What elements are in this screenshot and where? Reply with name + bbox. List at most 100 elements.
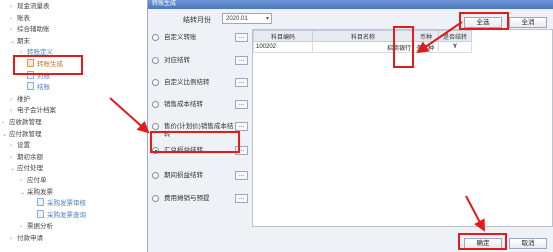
option-define-button[interactable]: ...	[235, 146, 248, 155]
chevron-right-icon[interactable]: ›	[10, 95, 17, 106]
tree-item[interactable]: ⌄ 采购发票	[20, 187, 53, 198]
option-define-button[interactable]: ...	[235, 171, 248, 180]
tree-item-label: 转账生成	[37, 61, 63, 68]
transfer-option[interactable]: 自定义比例结转...	[152, 75, 250, 91]
option-define-button[interactable]: ...	[235, 100, 248, 109]
tree-item[interactable]: › 应收款管理	[2, 117, 42, 128]
chevron-right-icon[interactable]: ›	[10, 153, 17, 164]
chevron-right-icon[interactable]: ›	[20, 48, 27, 59]
tree-item-label: 账表	[17, 14, 30, 22]
radio-button[interactable]	[152, 34, 159, 41]
option-define-button[interactable]: ...	[235, 78, 248, 87]
radio-button[interactable]	[152, 123, 159, 130]
clear-all-button[interactable]: 全消	[509, 17, 547, 28]
option-label: 自定义转账	[164, 34, 197, 41]
document-icon	[27, 70, 34, 79]
transfer-option[interactable]: 期间损益结转...	[152, 168, 250, 184]
tree-item[interactable]: ⌄ 应付款管理	[2, 129, 42, 140]
tree-item[interactable]: › 期初余额	[10, 152, 43, 163]
transfer-option[interactable]: 费用摊销与预提...	[152, 191, 250, 207]
option-define-button[interactable]: ...	[235, 122, 248, 131]
chevron-right-icon[interactable]: ›	[10, 14, 17, 25]
chevron-down-icon[interactable]: ⌄	[20, 188, 27, 199]
col-account-name: 科目名称	[312, 30, 414, 42]
tree-item-label: 采购发票审核	[47, 200, 86, 208]
ok-button[interactable]: 确定	[464, 238, 502, 249]
radio-button[interactable]	[152, 147, 159, 154]
tree-item[interactable]: › 账表	[10, 13, 30, 24]
transfer-generate-dialog: 转账生成 结转月份 2020.01 ▾ 自定义转账... 对应结转... 自定义比例…	[147, 0, 553, 252]
transfer-option[interactable]: 销售成本结转...	[152, 97, 250, 113]
radio-button[interactable]	[152, 101, 159, 108]
chevron-down-icon[interactable]: ⌄	[2, 130, 9, 141]
chevron-right-icon[interactable]: ›	[10, 25, 17, 36]
cell-account-code: 100202	[253, 41, 313, 53]
chevron-right-icon[interactable]: ›	[20, 176, 27, 187]
tree-item-label: 应付处理	[17, 165, 43, 173]
select-all-button[interactable]: 全选	[464, 17, 502, 28]
col-account-code: 科目编码	[253, 30, 313, 42]
tree-item[interactable]: › 维护	[10, 94, 30, 105]
cancel-button[interactable]: 取消	[509, 238, 547, 249]
tree-item[interactable]: › 设置	[10, 140, 30, 151]
period-label: 结转月份	[183, 17, 211, 24]
tree-item[interactable]: › 应付单	[20, 175, 47, 186]
document-icon	[37, 198, 44, 207]
transfer-type-options: 自定义转账... 对应结转... 自定义比例结转... 销售成本结转... 售价(计划价…	[152, 30, 250, 203]
option-define-button[interactable]: ...	[235, 56, 248, 65]
period-select[interactable]: 2020.01 ▾	[222, 13, 272, 24]
period-value: 2020.01	[226, 16, 248, 22]
tree-item[interactable]: 对账	[20, 70, 50, 82]
chevron-right-icon[interactable]: ›	[10, 2, 17, 13]
radio-button[interactable]	[152, 57, 159, 64]
radio-button[interactable]	[152, 195, 159, 202]
transfer-option[interactable]: 自定义转账...	[152, 30, 250, 46]
tree-item-label: 对账	[37, 72, 50, 80]
tree-item-label: 采购发票查询	[47, 211, 86, 219]
tree-item[interactable]: 转账生成	[20, 59, 63, 70]
tree-item[interactable]: › 电子会计档案	[10, 105, 56, 116]
tree-item[interactable]: › 付款申请	[10, 233, 43, 244]
option-label: 销售成本结转	[164, 101, 203, 108]
transfer-option[interactable]: 售价(计划价)销售成本结转...	[152, 119, 250, 138]
tree-item[interactable]: › 现金流量表	[10, 1, 50, 12]
tree-item[interactable]: › 票据分析	[20, 221, 53, 232]
option-define-button[interactable]: ...	[235, 33, 248, 42]
chevron-right-icon[interactable]: ›	[2, 118, 9, 129]
tree-item[interactable]: 采购发票查询	[30, 209, 86, 221]
chevron-down-icon[interactable]: ⌄	[10, 37, 17, 48]
tree-item[interactable]: › 转账定义	[20, 47, 53, 58]
chevron-down-icon[interactable]: ⌄	[10, 164, 17, 175]
tree-item[interactable]: 采购发票审核	[30, 198, 86, 209]
radio-button[interactable]	[152, 172, 159, 179]
chevron-right-icon[interactable]: ›	[10, 234, 17, 245]
tree-item-label: 期初余额	[17, 153, 43, 161]
col-transfer-flag: 是否结转	[438, 30, 472, 42]
tree-item-label: 结账	[37, 84, 50, 92]
chevron-right-icon[interactable]: ›	[20, 222, 27, 233]
dialog-title: 转账生成	[148, 0, 553, 9]
col-currency: 币种	[413, 30, 439, 42]
tree-item[interactable]: 结账	[20, 82, 50, 93]
tree-item[interactable]: ⌄ 应付处理	[10, 163, 43, 174]
option-define-button[interactable]: ...	[235, 194, 248, 203]
tree-item-label: 采购发票	[27, 188, 53, 196]
chevron-right-icon[interactable]: ›	[10, 106, 17, 117]
tree-item-label: 票据分析	[27, 223, 53, 231]
tree-item-label: 设置	[17, 142, 30, 150]
transfer-option[interactable]: 对应结转...	[152, 53, 250, 69]
option-label: 汇兑损益结转	[164, 147, 203, 154]
navigation-tree: › 现金流量表 › 账表 › 综合辅助账 ⌄ 期末 › 转账定义 转账生成 对账 结账 › 维护 › 电子会计档…	[0, 0, 148, 252]
tree-item[interactable]: ⌄ 期末	[10, 36, 30, 47]
option-label: 对应结转	[164, 57, 190, 64]
chevron-right-icon[interactable]: ›	[10, 141, 17, 152]
radio-button[interactable]	[152, 79, 159, 86]
tree-item[interactable]: › 综合辅助账	[10, 24, 50, 35]
table-row[interactable]: 100202 招商银行 多币种 Y	[253, 41, 472, 53]
account-grid: 科目编码 科目名称 币种 是否结转 100202 招商银行 多币种 Y	[252, 29, 553, 227]
cell-transfer-flag[interactable]: Y	[438, 41, 472, 53]
transfer-option[interactable]: 汇兑损益结转...	[152, 143, 250, 159]
tree-item-label: 综合辅助账	[17, 26, 50, 34]
tree-item-label: 维护	[17, 95, 30, 103]
tree-item-label: 付款申请	[17, 235, 43, 242]
